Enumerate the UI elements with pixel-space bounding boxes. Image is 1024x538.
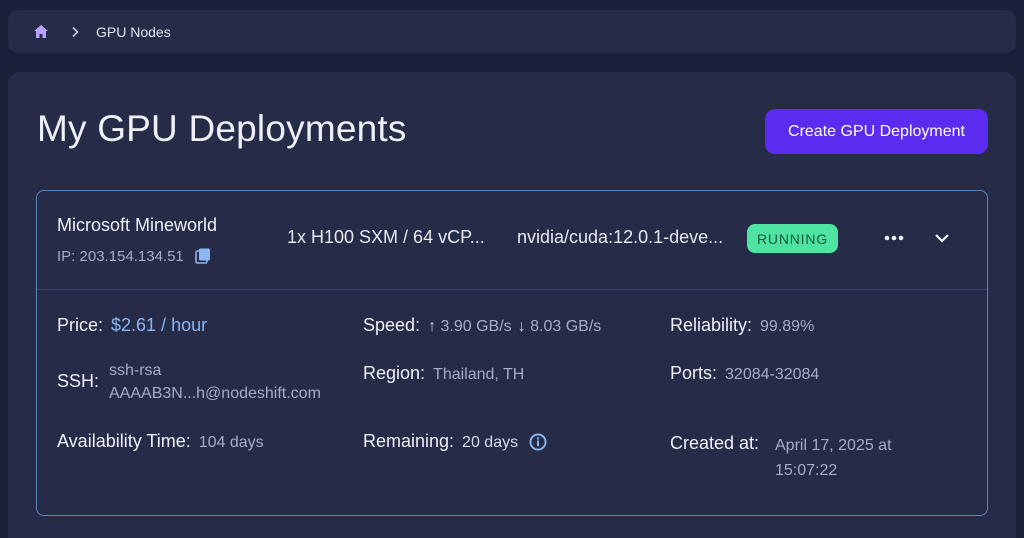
speed-up-text: 3.90 GB/s <box>440 318 512 335</box>
breadcrumb: GPU Nodes <box>8 10 1016 53</box>
reliability-field: Reliability: 99.89% <box>670 315 814 336</box>
deployment-ip: IP: 203.154.134.51 <box>57 247 212 265</box>
availability-value: 104 days <box>198 434 264 451</box>
availability-label: Availability Time: <box>57 431 191 451</box>
copy-icon[interactable] <box>194 247 212 265</box>
price-field: Price: $2.61 / hour <box>57 315 207 336</box>
home-icon[interactable] <box>32 23 50 41</box>
created-value-line2: 15:07:22 <box>775 462 838 479</box>
more-horizontal-icon[interactable] <box>883 229 905 247</box>
speed-label: Speed: <box>363 315 421 335</box>
created-value-line1: April 17, 2025 at <box>775 437 892 454</box>
remaining-label: Remaining: <box>363 431 455 451</box>
region-field: Region: Thailand, TH <box>363 363 524 384</box>
remaining-value: 20 days <box>462 434 519 451</box>
ports-field: Ports: 32084-32084 <box>670 363 819 384</box>
speed-field: Speed: ↑ 3.90 GB/s ↓ 8.03 GB/s <box>363 315 601 336</box>
status-badge: RUNNING <box>747 224 838 253</box>
deployment-ip-text: IP: 203.154.134.51 <box>57 247 184 265</box>
reliability-value: 99.89% <box>760 318 815 335</box>
price-label: Price: <box>57 315 104 335</box>
info-icon[interactable] <box>528 432 548 452</box>
deployment-card: Microsoft Mineworld IP: 203.154.134.51 1… <box>36 190 988 516</box>
deployment-spec: 1x H100 SXM / 64 vCP... <box>287 227 485 247</box>
region-value: Thailand, TH <box>433 366 525 383</box>
ports-label: Ports: <box>670 363 718 383</box>
create-gpu-deployment-button[interactable]: Create GPU Deployment <box>765 109 988 154</box>
speed-down-value: ↓ 8.03 GB/s <box>518 318 602 336</box>
speed-up-value: ↑ 3.90 GB/s <box>428 318 512 336</box>
chevron-right-icon <box>68 25 82 39</box>
arrow-down-icon: ↓ <box>517 318 526 335</box>
price-value: $2.61 / hour <box>111 315 208 335</box>
arrow-up-icon: ↑ <box>428 318 437 335</box>
reliability-label: Reliability: <box>670 315 753 335</box>
breadcrumb-current[interactable]: GPU Nodes <box>96 24 171 40</box>
region-label: Region: <box>363 363 426 383</box>
ssh-value: ssh-rsa AAAAB3N...h@nodeshift.com <box>109 359 321 405</box>
deployment-card-header[interactable]: Microsoft Mineworld IP: 203.154.134.51 1… <box>37 191 987 290</box>
created-label: Created at: <box>670 433 760 453</box>
deployment-image: nvidia/cuda:12.0.1-deve... <box>517 227 724 247</box>
speed-down-text: 8.03 GB/s <box>530 318 602 335</box>
chevron-down-icon[interactable] <box>933 229 951 247</box>
created-value: April 17, 2025 at 15:07:22 <box>775 433 925 483</box>
deployment-name: Microsoft Mineworld <box>57 215 218 235</box>
availability-field: Availability Time: 104 days <box>57 431 264 452</box>
page-title: My GPU Deployments <box>37 108 407 149</box>
ssh-value-line1: ssh-rsa <box>109 362 162 379</box>
remaining-field: Remaining: 20 days <box>363 431 548 452</box>
ssh-label: SSH: <box>57 371 100 391</box>
ssh-value-line2: AAAAB3N...h@nodeshift.com <box>109 385 321 402</box>
ports-value: 32084-32084 <box>725 366 820 383</box>
main-panel: My GPU Deployments Create GPU Deployment… <box>8 72 1016 538</box>
